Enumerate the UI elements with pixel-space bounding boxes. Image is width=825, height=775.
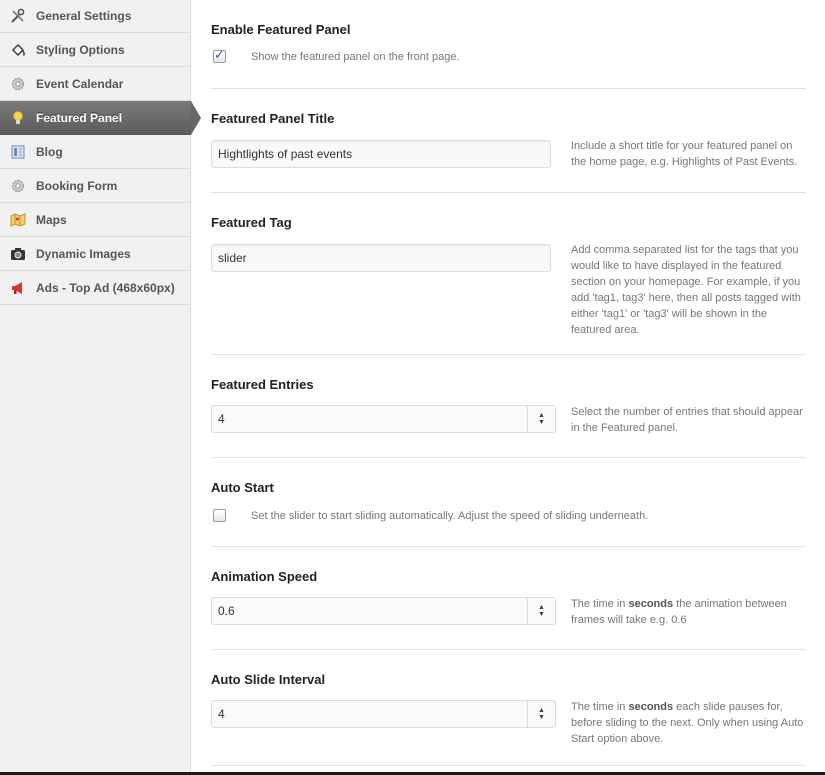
auto-start-checkbox[interactable]	[213, 509, 226, 522]
section-auto-start: Auto Start Set the slider to start slidi…	[211, 458, 806, 547]
sidebar-item-label: Booking Form	[36, 178, 118, 193]
featured-tag-description: Add comma separated list for the tags th…	[571, 244, 801, 336]
lightbulb-icon	[10, 110, 26, 126]
desc-emphasis: seconds	[628, 598, 674, 610]
sidebar-item-event-calendar[interactable]: Event Calendar	[0, 67, 190, 101]
desc-emphasis: seconds	[628, 701, 674, 713]
sidebar-item-label: Maps	[36, 212, 67, 227]
sidebar-item-label: Event Calendar	[36, 76, 124, 91]
tools-icon	[10, 8, 26, 24]
camera-icon	[10, 246, 26, 262]
section-animation-speed: Animation Speed 0.6 ▲ ▼ The time in secon…	[211, 547, 806, 650]
map-icon	[10, 212, 26, 228]
gear-icon	[10, 178, 26, 194]
enable-featured-row: Show the featured panel on the front pag…	[213, 47, 460, 63]
animation-speed-select[interactable]: 0.6 ▲ ▼	[211, 597, 556, 625]
enable-featured-label: Show the featured panel on the front pag…	[251, 50, 460, 63]
featured-tag-input[interactable]	[211, 244, 551, 272]
select-value: 4	[218, 412, 225, 426]
sidebar-item-dynamic-images[interactable]: Dynamic Images	[0, 237, 190, 271]
sidebar: General Settings Styling Options Event C…	[0, 0, 201, 775]
sidebar-item-general-settings[interactable]: General Settings	[0, 0, 190, 33]
sidebar-item-booking-form[interactable]: Booking Form	[0, 169, 190, 203]
featured-entries-description: Select the number of entries that should…	[571, 406, 803, 434]
animation-speed-description: The time in seconds the animation betwee…	[571, 596, 809, 628]
blog-icon	[10, 144, 26, 160]
featured-panel-title-description: Include a short title for your featured …	[571, 140, 798, 168]
sidebar-item-styling-options[interactable]: Styling Options	[0, 33, 190, 67]
desc-text: The time in	[571, 701, 629, 713]
select-arrows-icon: ▲ ▼	[527, 406, 555, 432]
auto-start-row: Set the slider to start sliding automati…	[213, 509, 648, 522]
section-featured-entries: Featured Entries 4 ▲ ▼ Select the number …	[211, 355, 806, 458]
sidebar-item-label: Styling Options	[36, 42, 125, 57]
featured-entries-select[interactable]: 4 ▲ ▼	[211, 405, 556, 433]
sidebar-item-label: Dynamic Images	[36, 246, 131, 261]
section-title: Auto Slide Interval	[211, 672, 326, 687]
select-arrows-icon: ▲ ▼	[527, 701, 555, 727]
auto-slide-interval-select[interactable]: 4 ▲ ▼	[211, 700, 556, 728]
section-enable-featured-panel: Enable Featured Panel Show the featured …	[211, 0, 806, 89]
enable-featured-checkbox[interactable]	[213, 47, 226, 63]
section-title: Animation Speed	[211, 569, 318, 584]
sidebar-nav: General Settings Styling Options Event C…	[0, 0, 201, 305]
auto-start-label: Set the slider to start sliding automati…	[251, 509, 649, 522]
paint-bucket-icon	[10, 42, 26, 58]
select-value: 0.6	[218, 604, 235, 618]
megaphone-icon	[10, 280, 26, 296]
sidebar-item-label: General Settings	[36, 9, 132, 23]
section-title: Enable Featured Panel	[211, 22, 351, 37]
sidebar-item-blog[interactable]: Blog	[0, 135, 190, 169]
sidebar-item-featured-panel[interactable]: Featured Panel	[0, 101, 201, 135]
select-arrows-icon: ▲ ▼	[527, 598, 555, 624]
sidebar-item-label: Blog	[36, 144, 63, 159]
section-title: Featured Panel Title	[211, 111, 335, 126]
section-featured-tag: Featured Tag Add comma separated list fo…	[211, 193, 806, 355]
sidebar-item-maps[interactable]: Maps	[0, 203, 190, 237]
sidebar-item-ads-top-ad[interactable]: Ads - Top Ad (468x60px)	[0, 271, 190, 305]
section-auto-slide-interval: Auto Slide Interval 4 ▲ ▼ The time in sec…	[211, 650, 806, 766]
auto-slide-interval-description: The time in seconds each slide pauses fo…	[571, 699, 809, 747]
gear-icon	[10, 76, 26, 92]
select-value: 4	[218, 707, 225, 721]
featured-panel-title-input[interactable]	[211, 140, 551, 168]
section-title: Featured Entries	[211, 377, 314, 392]
settings-panel: Enable Featured Panel Show the featured …	[211, 0, 806, 766]
section-featured-panel-title: Featured Panel Title Include a short tit…	[211, 89, 806, 193]
section-title: Featured Tag	[211, 215, 292, 230]
desc-text: The time in	[571, 598, 629, 610]
sidebar-item-label: Ads - Top Ad (468x60px)	[36, 280, 175, 295]
sidebar-item-label: Featured Panel	[36, 110, 123, 125]
section-title: Auto Start	[211, 480, 274, 495]
